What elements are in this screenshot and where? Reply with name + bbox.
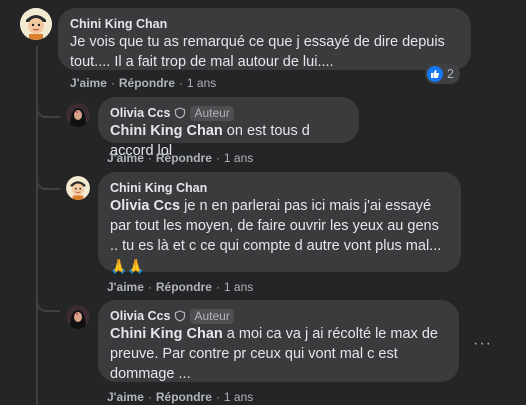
comment-text: Je vois que tu as remarqué ce que j essa… [70, 34, 445, 70]
reply-button[interactable]: Répondre [119, 76, 175, 90]
like-button[interactable]: J'aime [107, 151, 144, 165]
timestamp[interactable]: 1 ans [187, 76, 216, 90]
thread-branch [36, 166, 60, 190]
avatar-cartoon-icon[interactable] [20, 8, 52, 40]
reaction-count[interactable]: 2 [425, 64, 460, 84]
like-button[interactable]: J'aime [107, 390, 144, 404]
comment-bubble: Olivia Ccs Auteur Chini King Chan on est… [98, 97, 359, 159]
reply-button[interactable]: Répondre [156, 390, 212, 404]
comment-author[interactable]: Olivia Ccs Auteur [110, 308, 447, 324]
comment-author[interactable]: Chini King Chan [110, 180, 449, 196]
mention-link[interactable]: Chini King Chan [110, 326, 223, 342]
timestamp[interactable]: 1 ans [224, 280, 253, 294]
author-badge: Auteur [190, 105, 234, 121]
comment-thread: Chini King Chan Je vois que tu as remarq… [0, 0, 526, 405]
comment-bubble: Chini King Chan Olivia Ccs je n en parle… [98, 172, 461, 274]
emoji: 🙏🙏 [110, 258, 145, 274]
thread-branch [36, 94, 60, 118]
mention-link[interactable]: Chini King Chan [110, 123, 223, 139]
comment-actions: J'aime · Répondre · 1 ans [107, 280, 254, 294]
timestamp[interactable]: 1 ans [224, 151, 253, 165]
comment-bubble: Chini King Chan Je vois que tu as remarq… [58, 8, 471, 70]
avatar-cartoon-icon[interactable] [66, 176, 90, 200]
comment-author[interactable]: Chini King Chan [70, 16, 459, 32]
thread-branch [36, 288, 60, 312]
comment-bubble: Olivia Ccs Auteur Chini King Chan a moi … [98, 300, 459, 382]
like-button[interactable]: J'aime [70, 76, 107, 90]
like-icon [427, 66, 443, 82]
avatar-photo-icon[interactable] [66, 103, 90, 127]
comment-text: Olivia Ccs je n en parlerai pas ici mais… [110, 196, 449, 276]
like-button[interactable]: J'aime [107, 280, 144, 294]
comment-author[interactable]: Olivia Ccs Auteur [110, 105, 347, 121]
avatar-photo-icon[interactable] [66, 305, 90, 329]
shield-icon [175, 310, 186, 322]
comment-actions: J'aime · Répondre · 1 ans [70, 76, 217, 90]
comment-actions: J'aime · Répondre · 1 ans [107, 390, 254, 404]
reply-button[interactable]: Répondre [156, 280, 212, 294]
more-options-icon[interactable]: ··· [473, 335, 492, 353]
timestamp[interactable]: 1 ans [224, 390, 253, 404]
comment-text: Chini King Chan a moi ca va j ai récolté… [110, 326, 438, 382]
reply-button[interactable]: Répondre [156, 151, 212, 165]
mention-link[interactable]: Olivia Ccs [110, 198, 180, 214]
author-badge: Auteur [190, 308, 234, 324]
shield-icon [175, 107, 186, 119]
comment-actions: J'aime · Répondre · 1 ans [107, 151, 254, 165]
